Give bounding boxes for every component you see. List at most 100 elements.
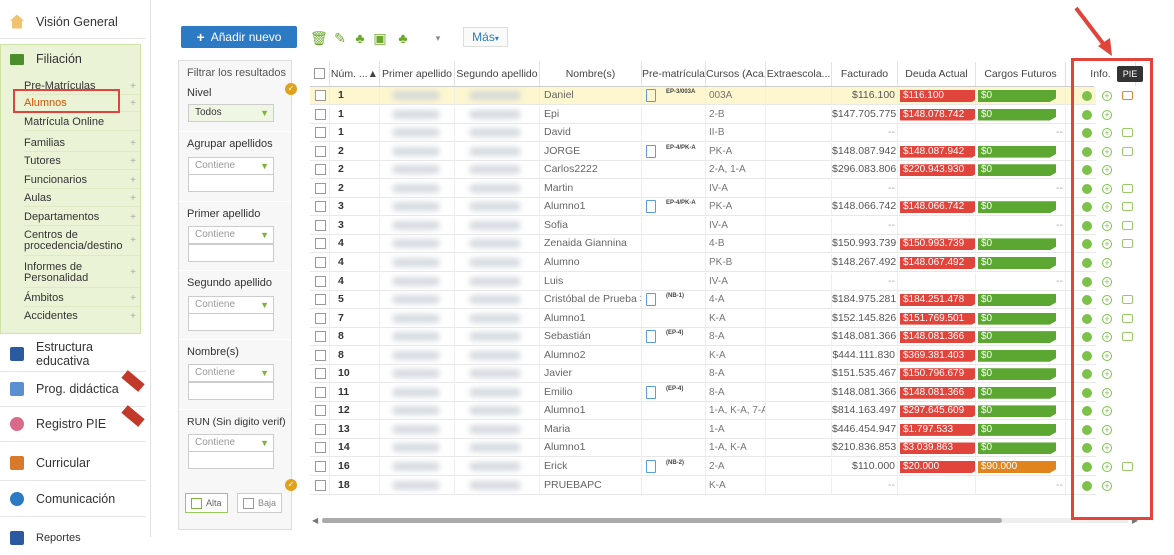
row-checkbox-cell[interactable] xyxy=(310,179,330,197)
expand-plus-icon[interactable]: + xyxy=(130,190,136,207)
sidebar-item-departamentos[interactable]: Departamentos + xyxy=(24,209,140,226)
nav-curricular[interactable]: Curricular xyxy=(0,446,146,481)
row-checkbox-cell[interactable] xyxy=(310,216,330,234)
alta-toggle[interactable]: Alta xyxy=(185,493,228,513)
nav-prog-didactica[interactable]: Prog. didáctica xyxy=(0,370,146,407)
add-new-button[interactable]: + Añadir nuevo xyxy=(181,26,297,48)
row-checkbox[interactable] xyxy=(315,349,326,361)
chevron-down-icon[interactable]: ▾ xyxy=(430,30,446,46)
edit-icon[interactable]: ✎ xyxy=(332,30,348,46)
table-row[interactable]: 16 Erick (NB-2) 2-A $110.000 $20.000 $90.000 + xyxy=(310,458,1133,476)
table-row[interactable]: 3 Sofia IV-A -- -- + xyxy=(310,216,1133,235)
table-row[interactable]: 1 Daniel EP-3/003A 003A $116.100 $116.100 $0 + xyxy=(310,87,1133,105)
row-checkbox[interactable] xyxy=(315,201,326,213)
col-header-extraescolar[interactable]: Extraescola... xyxy=(766,62,832,86)
table-row[interactable]: 2 Carlos2222 2-A, 1-A $296.083.806 $220.943.… xyxy=(310,161,1112,180)
document-icon[interactable] xyxy=(646,293,656,307)
card-icon[interactable]: ▣ xyxy=(372,30,388,46)
expand-plus-icon[interactable]: + xyxy=(130,290,136,307)
row-checkbox-cell[interactable] xyxy=(310,365,330,383)
row-checkbox-cell[interactable] xyxy=(310,383,330,401)
document-icon[interactable] xyxy=(646,89,656,102)
nivel-select[interactable]: Todos ▼ xyxy=(188,104,274,122)
row-checkbox-cell[interactable] xyxy=(310,161,330,179)
row-checkbox-cell[interactable] xyxy=(310,124,330,142)
row-checkbox[interactable] xyxy=(315,479,326,491)
row-checkbox[interactable] xyxy=(315,219,326,231)
table-row[interactable]: 11 Emilio (EP-4) 8-A $148.081.366 $148.081.36… xyxy=(310,383,1112,402)
col-header-cargos-futuros[interactable]: Cargos Futuros xyxy=(976,62,1066,86)
table-row[interactable]: 13 Maria 1-A $446.454.947 $1.797.533 $0 + xyxy=(310,420,1112,439)
row-checkbox-cell[interactable] xyxy=(310,87,330,104)
nav-vision-general[interactable]: Visión General xyxy=(0,5,146,39)
table-row[interactable]: 8 Sebastián (EP-4) 8-A $148.081.366 $148.081.… xyxy=(310,328,1133,347)
row-checkbox-cell[interactable] xyxy=(310,346,330,364)
sidebar-item-matricula-online[interactable]: Matrícula Online xyxy=(24,114,140,131)
row-checkbox[interactable] xyxy=(315,238,326,250)
table-row[interactable]: 14 Alumno1 1-A, K-A $210.836.853 $3.039.863 $… xyxy=(310,439,1112,458)
row-checkbox-cell[interactable] xyxy=(310,235,330,253)
row-checkbox[interactable] xyxy=(315,442,326,454)
expand-plus-icon[interactable]: + xyxy=(130,308,136,325)
table-row[interactable]: 3 Alumno1 EP-4/PK-A PK-A $148.066.742 $148.06… xyxy=(310,198,1133,217)
expand-plus-icon[interactable]: + xyxy=(130,78,136,95)
col-header-cursos[interactable]: Cursos (Aca... xyxy=(706,62,766,86)
baja-toggle[interactable]: Baja xyxy=(237,493,283,513)
col-header-num[interactable]: Núm. ...▲ xyxy=(330,62,380,86)
sidebar-item-familias[interactable]: Familias + xyxy=(24,135,140,152)
row-checkbox-cell[interactable] xyxy=(310,420,330,438)
col-header-checkbox[interactable] xyxy=(310,62,330,86)
trash-icon[interactable]: 🗑 xyxy=(310,30,328,46)
row-checkbox-cell[interactable] xyxy=(310,272,330,290)
row-checkbox[interactable] xyxy=(315,461,326,472)
expand-plus-icon[interactable]: + xyxy=(130,209,136,226)
select-all-checkbox[interactable] xyxy=(314,68,325,79)
col-header-facturado[interactable]: Facturado xyxy=(832,62,898,86)
run-select[interactable]: Contiene ▼ xyxy=(188,434,274,452)
row-checkbox-cell[interactable] xyxy=(310,105,330,123)
table-row[interactable]: 4 Zenaida Giannina 4-B $150.993.739 $150.993… xyxy=(310,235,1133,254)
nav-registro-pie[interactable]: Registro PIE xyxy=(0,405,146,442)
row-checkbox-cell[interactable] xyxy=(310,476,330,494)
row-checkbox-cell[interactable] xyxy=(310,253,330,271)
sidebar-item-centros[interactable]: Centros de procedencia/destino + xyxy=(24,229,140,256)
document-icon[interactable] xyxy=(646,330,656,344)
document-icon[interactable] xyxy=(646,200,656,214)
row-checkbox[interactable] xyxy=(315,127,326,139)
nav-comunicacion[interactable]: Comunicación xyxy=(0,482,146,517)
row-checkbox[interactable] xyxy=(315,423,326,435)
row-checkbox[interactable] xyxy=(315,164,326,176)
row-checkbox-cell[interactable] xyxy=(310,328,330,346)
expand-plus-icon[interactable]: + xyxy=(130,135,136,152)
table-row[interactable]: 12 Alumno1 1-A, K-A, 7-A $814.163.497 $297.6… xyxy=(310,402,1112,421)
row-checkbox[interactable] xyxy=(315,145,326,157)
table-row[interactable]: 8 Alumno2 K-A $444.111.830 $369.381.403 $0 + xyxy=(310,346,1112,365)
col-header-segundo-apellido[interactable]: Segundo apellido xyxy=(455,62,540,86)
row-checkbox[interactable] xyxy=(315,386,326,398)
users-icon[interactable]: ♣ xyxy=(352,30,368,46)
col-header-deuda-actual[interactable]: Deuda Actual xyxy=(898,62,976,86)
agrupar-select[interactable]: Contiene ▼ xyxy=(188,157,274,175)
row-checkbox-cell[interactable] xyxy=(310,439,330,457)
row-checkbox-cell[interactable] xyxy=(310,309,330,327)
expand-plus-icon[interactable]: + xyxy=(130,95,136,112)
table-row[interactable]: 1 Epi 2-B $147.705.775 $148.078.742 $0 + xyxy=(310,105,1112,124)
group-icon[interactable]: ♣ xyxy=(395,30,411,46)
expand-plus-icon[interactable]: + xyxy=(130,235,136,246)
row-checkbox[interactable] xyxy=(315,405,326,417)
run-input[interactable] xyxy=(188,451,274,469)
row-checkbox[interactable] xyxy=(315,275,326,287)
nombre-select[interactable]: Contiene ▼ xyxy=(188,364,274,382)
expand-plus-icon[interactable]: + xyxy=(130,172,136,189)
table-row[interactable]: 18 PRUEBAPC K-A -- -- + xyxy=(310,476,1112,495)
primer-apellido-select[interactable]: Contiene ▼ xyxy=(188,226,274,244)
expand-plus-icon[interactable]: + xyxy=(130,267,136,278)
table-row[interactable]: 4 Luis IV-A -- -- + xyxy=(310,272,1112,291)
sidebar-item-tutores[interactable]: Tutores + xyxy=(24,153,140,170)
col-header-primer-apellido[interactable]: Primer apellido xyxy=(380,62,455,86)
nav-reportes[interactable]: Reportes xyxy=(0,520,146,555)
scroll-left-icon[interactable]: ◀ xyxy=(312,516,318,525)
table-row[interactable]: 5 Cristóbal de Prueba 35 (NB-1) 4-A $184.975… xyxy=(310,291,1133,310)
table-row[interactable]: 4 Alumno PK-B $148.267.492 $148.067.492 $0 + xyxy=(310,253,1112,272)
nav-estructura[interactable]: Estructura educativa xyxy=(0,337,146,372)
